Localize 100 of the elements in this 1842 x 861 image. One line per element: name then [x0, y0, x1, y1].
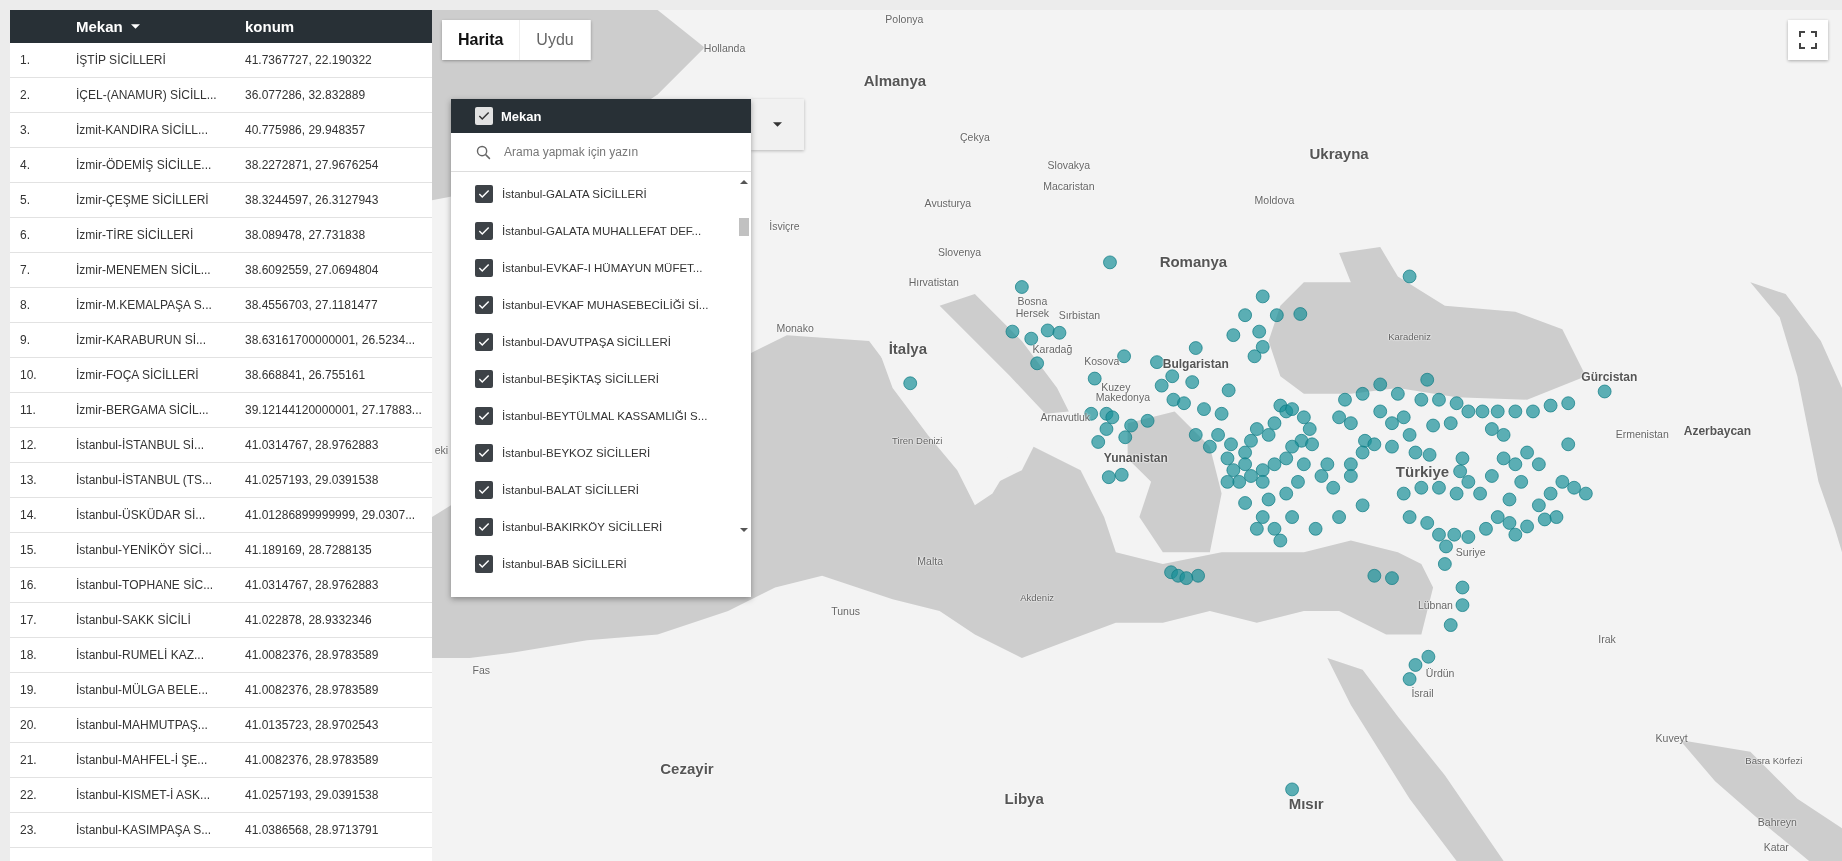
table-cell-text: 41.01286899999999, 29.0307...: [245, 508, 417, 522]
map-type-tab[interactable]: Uydu: [520, 20, 591, 60]
table-cell-text: İstanbul-İSTANBUL Sİ...: [76, 438, 206, 452]
table-cell-text: İstanbul-ÜSKÜDAR Sİ...: [76, 508, 207, 522]
map-label: Tunus: [831, 604, 860, 617]
table-cell-text: İstanbul-MAHMUTPAŞ...: [76, 718, 209, 732]
map-label: Mısır: [1288, 794, 1324, 812]
map-label: Makedonya: [1095, 391, 1151, 404]
table-cell-text: İzmir-ÇEŞME SİCİLLERİ: [76, 193, 210, 207]
table-cell-text: İzmir-ÖDEMİŞ SİCİLLE...: [76, 158, 213, 172]
table-cell-text: İstanbul-TOPHANE SİC...: [76, 578, 215, 592]
table-cell-text: 38.4556703, 27.1181477: [245, 298, 379, 312]
map-label: Türkiye: [1395, 462, 1450, 480]
map-label: Avusturya: [924, 196, 972, 209]
map-label: Kuveyt: [1655, 731, 1688, 744]
map-label: Karadeniz: [1388, 330, 1431, 342]
filter-option[interactable]: İstanbul-GALATA MUHALLEFAT DEF...: [502, 224, 702, 237]
row-number: 3.: [19, 123, 31, 137]
row-number: 15.: [19, 543, 38, 557]
table-cell-text: İzmir-M.KEMALPAŞA S...: [76, 298, 213, 312]
table-cell-text: 38.6092559, 27.0694804: [245, 263, 380, 277]
table-cell-text: 41.0135723, 28.9702543: [245, 718, 380, 732]
map-label: Kosova: [1084, 354, 1120, 367]
row-number: 13.: [19, 473, 38, 487]
filter-option[interactable]: İstanbul-BEYKOZ SİCİLLERİ: [502, 446, 651, 459]
filter-option[interactable]: İstanbul-BAB SİCİLLERİ: [502, 557, 627, 570]
map-label: Irak: [1598, 633, 1616, 646]
filter-option[interactable]: İstanbul-BEYTÜLMAL KASSAMLIĞI S...: [502, 409, 708, 422]
map-label: Azerbaycan: [1683, 424, 1752, 439]
table-cell-text: İstanbul-KISMET-İ ASK...: [76, 788, 212, 802]
map-label: Suriye: [1455, 546, 1486, 559]
table-cell-text: İzmit-KANDIRA SİCİLL...: [76, 123, 210, 137]
map-label: Kuzey: [1101, 380, 1131, 393]
row-number: 20.: [19, 718, 38, 732]
row-number: 16.: [19, 578, 38, 592]
map-label: Slovenya: [937, 245, 982, 258]
map-label: Polonya: [885, 13, 924, 26]
map-label: Akdeniz: [1020, 591, 1055, 603]
row-number: 1.: [19, 53, 31, 67]
table-cell-text: 39.12144120000001, 27.17883...: [245, 403, 423, 417]
table-cell-text: 40.775986, 29.948357: [245, 123, 367, 137]
map-label: Katar: [1763, 840, 1789, 853]
filter-option[interactable]: İstanbul-EVKAF MUHASEBECİLİĞİ Sİ...: [502, 298, 709, 311]
table-cell-text: İstanbul-KASIMPAŞA S...: [76, 823, 213, 837]
column-header[interactable]: Mekan: [76, 18, 245, 35]
map-label: İsviçre: [769, 219, 800, 232]
row-number: 8.: [19, 298, 31, 312]
table-cell-text: İzmir-MENEMEN SİCİL...: [76, 263, 212, 277]
table-cell-text: İzmir-BERGAMA SİCİL...: [76, 403, 210, 417]
map-type-tab[interactable]: Harita: [442, 20, 521, 60]
map-label: Ukrayna: [1309, 144, 1369, 162]
filter-option[interactable]: İstanbul-BEŞİKTAŞ SİCİLLERİ: [502, 372, 660, 385]
map-label: İtalya: [888, 339, 928, 357]
row-number: 11.: [19, 403, 37, 417]
row-number: 9.: [19, 333, 31, 347]
row-number: 10.: [19, 368, 38, 382]
map-label: Basra Körfezi: [1745, 754, 1803, 766]
table-cell-text: İstanbul-MAHFEL-İ ŞE...: [76, 753, 209, 767]
table-cell-text: İstanbul-MÜLGA BELE...: [76, 683, 210, 697]
map-label: Romanya: [1159, 252, 1228, 270]
map-label: Lübnan: [1417, 599, 1453, 612]
map-label: Arnavutluk: [1040, 411, 1091, 424]
filter-option[interactable]: İstanbul-DAVUTPAŞA SİCİLLERİ: [502, 335, 671, 348]
table-cell-text: İzmir-FOÇA SİCİLLERİ: [76, 368, 200, 382]
map-label: Gürcistan: [1581, 370, 1638, 385]
table-cell-text: 41.0082376, 28.9783589: [245, 683, 380, 697]
table-cell-text: İstanbul-RUMELİ KAZ...: [76, 648, 206, 662]
map-label: Hersek: [1015, 306, 1050, 319]
table-cell-text: 38.668841, 26.755161: [245, 368, 367, 382]
table-cell-text: 38.089478, 27.731838: [245, 228, 367, 242]
table-cell-text: 41.0257193, 29.0391538: [245, 473, 380, 487]
table-cell-text: İzmir-TİRE SİCİLLERİ: [76, 228, 195, 242]
map-label: Hollanda: [703, 41, 746, 54]
column-header[interactable]: konum: [245, 18, 432, 35]
table-cell-text: İÇEL-(ANAMUR) SİCİLL...: [76, 88, 218, 102]
row-number: 17.: [19, 613, 38, 627]
filter-option[interactable]: İstanbul-EVKAF-I HÜMAYUN MÜFET...: [502, 261, 703, 274]
row-number: 4.: [19, 158, 31, 172]
map-label: Ürdün: [1425, 667, 1455, 680]
filter-option[interactable]: İstanbul-BALAT SİCİLLERİ: [502, 483, 639, 496]
table-cell-text: 41.0082376, 28.9783589: [245, 753, 380, 767]
row-number: 7.: [19, 263, 31, 277]
map-label: Yunanistan: [1103, 451, 1168, 466]
map-label: Almanya: [863, 71, 927, 89]
table-cell-text: 41.0257193, 29.0391538: [245, 788, 380, 802]
filter-option[interactable]: İstanbul-BAKIRKÖY SİCİLLERİ: [502, 520, 663, 533]
map-label: Bosna: [1017, 295, 1048, 308]
row-number: 22.: [19, 788, 38, 802]
row-number: 21.: [19, 753, 38, 767]
table-cell-text: 36.077286, 32.832889: [245, 88, 367, 102]
table-cell-text: 41.0082376, 28.9783589: [245, 648, 380, 662]
map-label: Sırbistan: [1058, 309, 1101, 322]
map-label: Hırvatistan: [908, 276, 959, 289]
map-label: Monako: [776, 322, 814, 335]
filter-option[interactable]: İstanbul-GALATA SİCİLLERİ: [502, 187, 647, 200]
map-label: Libya: [1004, 789, 1044, 807]
map-label: Moldova: [1254, 194, 1295, 207]
row-number: 5.: [19, 193, 31, 207]
map-label: Karadağ: [1032, 343, 1073, 356]
map-label: Bulgaristan: [1162, 357, 1229, 372]
